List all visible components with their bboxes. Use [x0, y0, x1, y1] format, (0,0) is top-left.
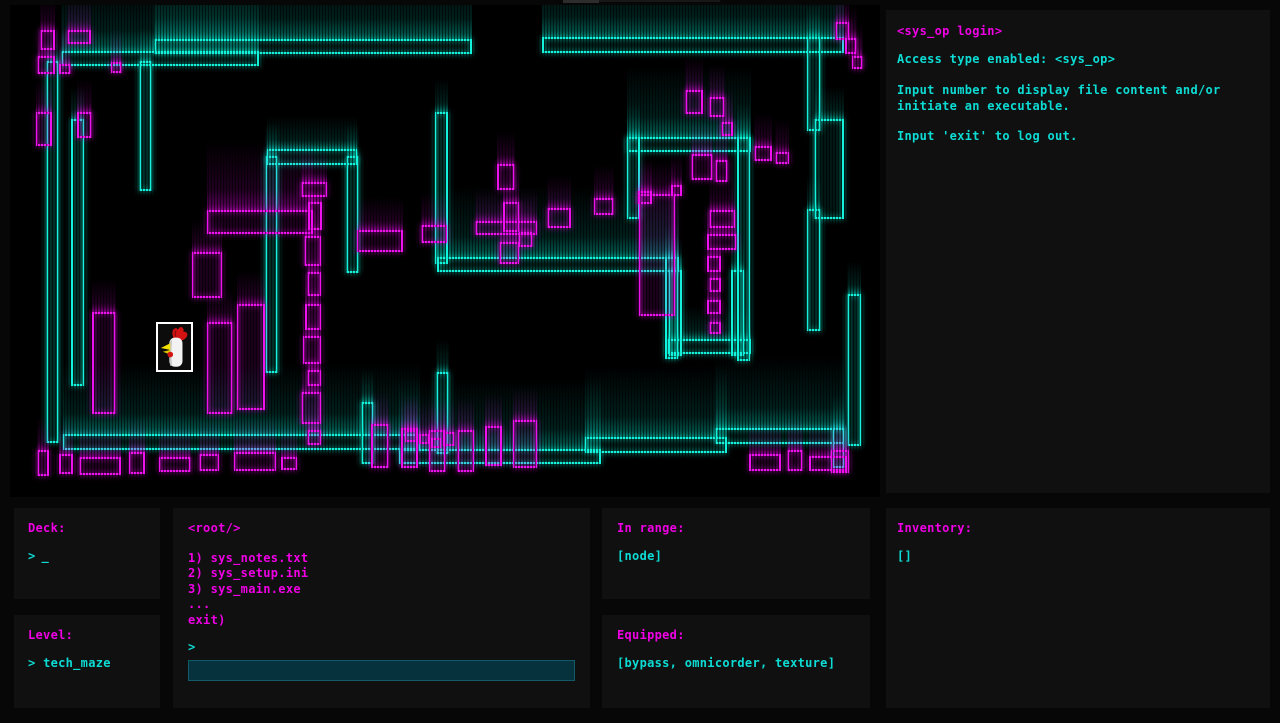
level-prompt-chevron: > — [28, 656, 36, 670]
terminal-exit-line: Input 'exit' to log out. — [897, 129, 1259, 145]
file-item: ... — [188, 597, 575, 612]
file-item: 3) sys_main.exe — [188, 582, 575, 597]
top-notch — [563, 0, 599, 3]
file-item: exit) — [188, 613, 575, 628]
maze-viewport[interactable] — [10, 5, 880, 497]
player-sprite — [156, 322, 193, 372]
file-list: 1) sys_notes.txt2) sys_setup.ini3) sys_m… — [188, 551, 575, 628]
file-item: 2) sys_setup.ini — [188, 566, 575, 581]
equipped-label: Equipped: — [617, 628, 855, 642]
deck-label: Deck: — [28, 521, 146, 535]
inventory-value: [] — [897, 549, 1259, 564]
level-panel: Level: > tech_maze — [14, 615, 160, 708]
deck-cursor: _ — [42, 549, 50, 563]
inventory-panel: Inventory: [] — [886, 508, 1270, 708]
root-directory-panel: <root/> 1) sys_notes.txt2) sys_setup.ini… — [173, 508, 590, 708]
rooster-icon — [159, 325, 190, 369]
root-prompt-chevron: > — [188, 640, 575, 654]
in-range-value: [node] — [617, 549, 855, 564]
maze-canvas — [10, 5, 880, 497]
file-item: 1) sys_notes.txt — [188, 551, 575, 566]
terminal-login-line: <sys_op login> — [897, 24, 1259, 38]
equipped-value: [bypass, omnicorder, texture] — [617, 656, 855, 671]
root-title: <root/> — [188, 521, 575, 535]
deck-prompt-chevron: > — [28, 549, 36, 563]
in-range-label: In range: — [617, 521, 855, 535]
equipped-panel: Equipped: [bypass, omnicorder, texture] — [602, 615, 870, 708]
terminal-access-line: Access type enabled: <sys_op> — [897, 52, 1259, 66]
command-input[interactable] — [188, 660, 575, 681]
level-label: Level: — [28, 628, 146, 642]
level-value: tech_maze — [43, 656, 111, 670]
terminal-info-line: Input number to display file content and… — [897, 83, 1249, 114]
top-notch-shadow — [599, 0, 720, 2]
deck-panel: Deck: > _ — [14, 508, 160, 599]
inventory-label: Inventory: — [897, 521, 1259, 535]
in-range-panel: In range: [node] — [602, 508, 870, 599]
terminal-panel: <sys_op login> Access type enabled: <sys… — [886, 10, 1270, 493]
